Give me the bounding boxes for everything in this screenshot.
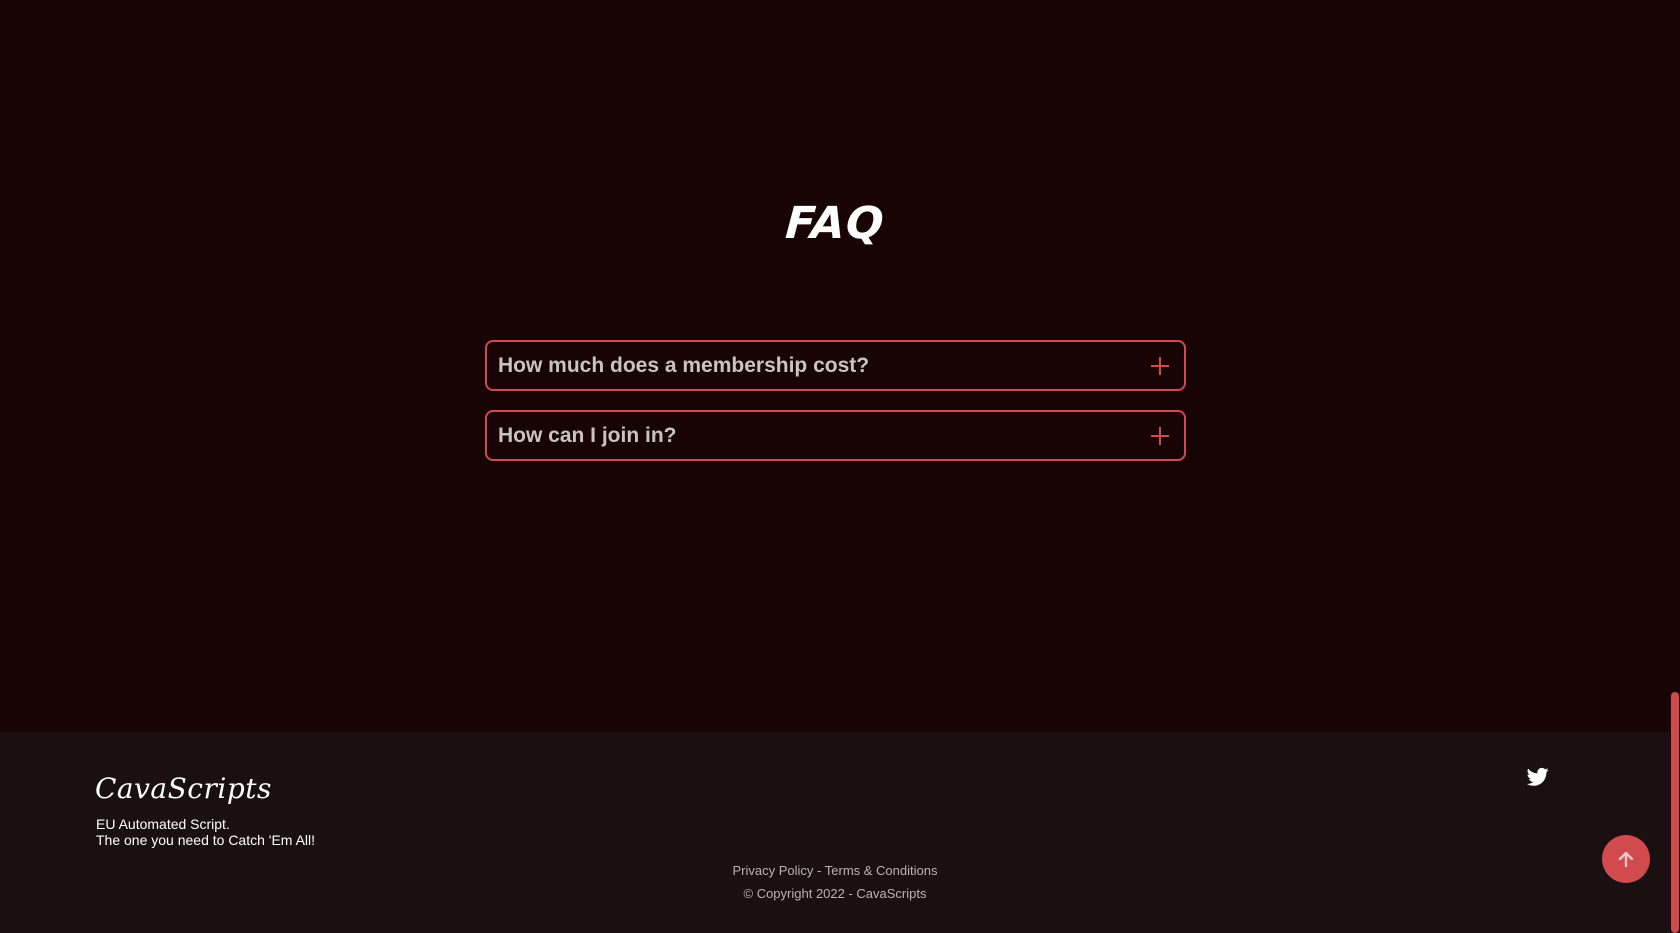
faq-question: How much does a membership cost? xyxy=(498,353,870,377)
tagline-line-1: EU Automated Script. xyxy=(96,816,230,832)
scrollbar-thumb[interactable] xyxy=(1671,692,1679,933)
back-to-top-button[interactable] xyxy=(1602,835,1650,883)
tagline-line-2: The one you need to Catch 'Em All! xyxy=(96,832,316,848)
faq-list: How much does a membership cost? How can… xyxy=(485,340,1186,480)
scrollbar[interactable] xyxy=(1670,0,1680,933)
faq-title: FAQ xyxy=(783,198,887,249)
faq-question: How can I join in? xyxy=(498,423,677,447)
footer-links: Privacy Policy - Terms & Conditions xyxy=(0,863,1670,878)
footer-brand-logo: CavaScripts xyxy=(95,772,272,805)
page: FAQ How much does a membership cost? How… xyxy=(0,0,1680,933)
faq-item-join-in[interactable]: How can I join in? xyxy=(485,410,1186,461)
twitter-icon[interactable] xyxy=(1526,767,1549,787)
link-separator: - xyxy=(813,863,825,878)
plus-icon[interactable] xyxy=(1150,426,1170,446)
terms-conditions-link[interactable]: Terms & Conditions xyxy=(825,863,938,878)
copyright: © Copyright 2022 - CavaScripts xyxy=(743,886,927,901)
plus-icon[interactable] xyxy=(1150,356,1170,376)
faq-section: FAQ How much does a membership cost? How… xyxy=(0,0,1670,732)
scroll-area: FAQ How much does a membership cost? How… xyxy=(0,0,1670,933)
arrow-up-icon xyxy=(1618,851,1634,868)
faq-item-membership-cost[interactable]: How much does a membership cost? xyxy=(485,340,1186,391)
footer: CavaScripts EU Automated Script. The one… xyxy=(0,732,1670,933)
privacy-policy-link[interactable]: Privacy Policy xyxy=(733,863,814,878)
footer-tagline: EU Automated Script. The one you need to… xyxy=(96,816,315,848)
